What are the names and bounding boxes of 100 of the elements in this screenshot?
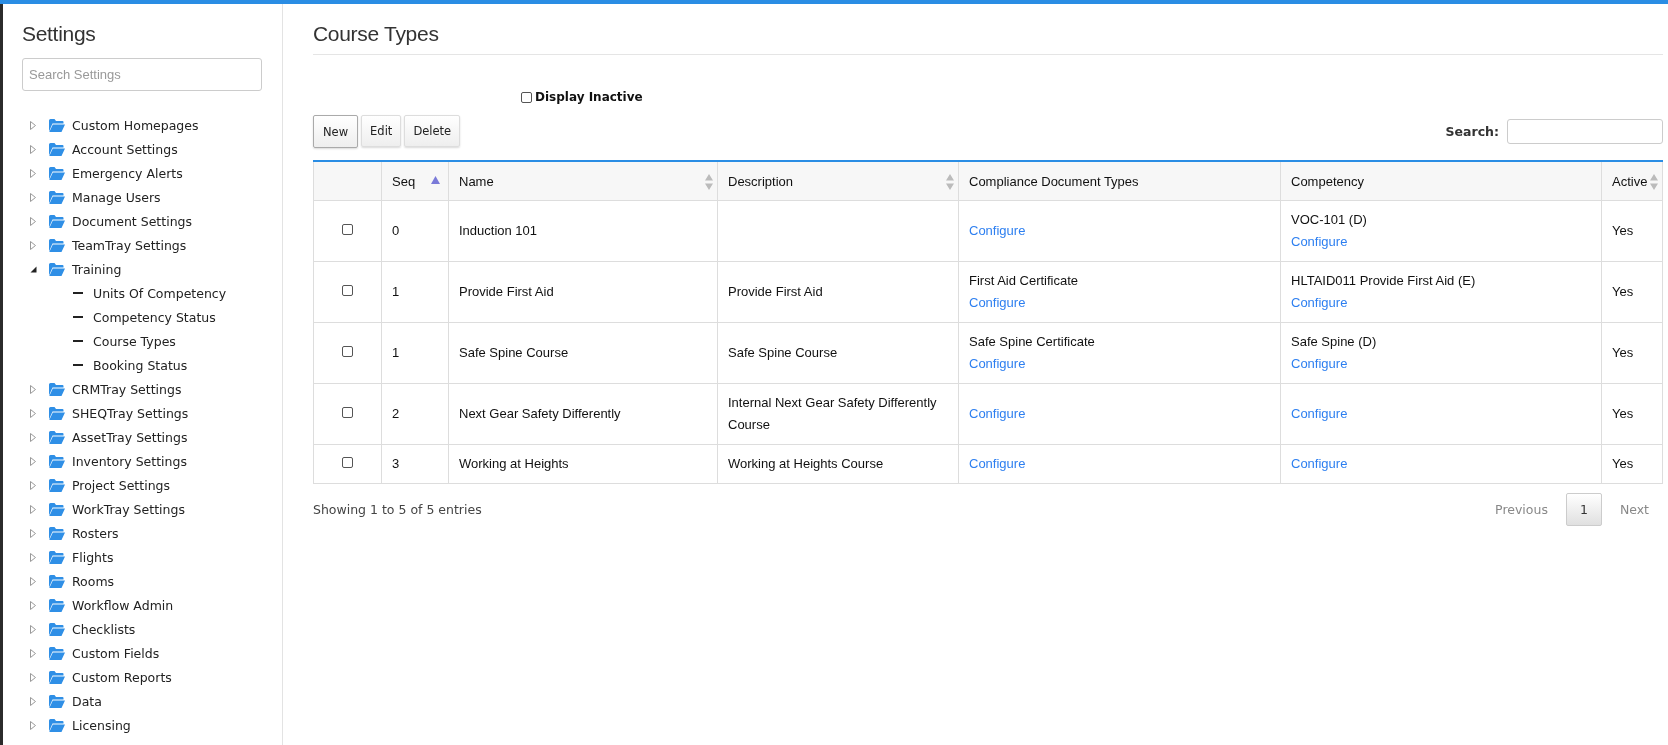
- expand-triangle-icon[interactable]: [30, 144, 36, 154]
- folder-icon: [49, 622, 65, 636]
- expand-triangle-icon[interactable]: [30, 600, 36, 610]
- tree-item[interactable]: Licensing: [72, 717, 131, 733]
- expand-triangle-icon[interactable]: [30, 504, 36, 514]
- configure-link[interactable]: Configure: [969, 220, 1026, 242]
- folder-icon: [49, 118, 65, 132]
- delete-button[interactable]: Delete: [404, 115, 461, 147]
- page-button[interactable]: 1: [1565, 493, 1602, 526]
- tree-item[interactable]: Inventory Settings: [72, 453, 187, 469]
- header-cell[interactable]: [313, 161, 382, 201]
- table-cell: 3: [381, 444, 449, 484]
- table-cell: Safe Spine Course: [717, 322, 959, 384]
- configure-link[interactable]: Configure: [1291, 453, 1348, 475]
- column-header[interactable]: Competency: [1280, 161, 1602, 201]
- configure-link[interactable]: Configure: [969, 453, 1026, 475]
- table-cell: 2: [381, 383, 449, 445]
- column-header[interactable]: Seq: [381, 161, 449, 201]
- expand-triangle-icon[interactable]: [30, 528, 36, 538]
- expand-triangle-icon[interactable]: [30, 720, 36, 730]
- table-cell: Internal Next Gear Safety Differently Course: [717, 383, 959, 445]
- tree-item[interactable]: TeamTray Settings: [72, 237, 187, 253]
- tree-item[interactable]: Checklists: [72, 621, 136, 637]
- dash-icon: [73, 340, 83, 342]
- table-cell: 0: [381, 200, 449, 262]
- expand-triangle-icon[interactable]: [30, 576, 36, 586]
- edit-button[interactable]: Edit: [361, 115, 402, 147]
- configure-link[interactable]: Configure: [1291, 292, 1348, 314]
- expand-triangle-icon[interactable]: [30, 384, 36, 394]
- expand-triangle-icon[interactable]: [30, 408, 36, 418]
- expand-triangle-icon[interactable]: [30, 168, 36, 178]
- expand-triangle-icon[interactable]: [30, 624, 36, 634]
- expand-triangle-icon[interactable]: [30, 648, 36, 658]
- column-header[interactable]: Active: [1601, 161, 1663, 201]
- tree-item[interactable]: AssetTray Settings: [72, 429, 188, 445]
- expand-triangle-icon[interactable]: [30, 240, 36, 250]
- table-cell: Yes: [1601, 322, 1663, 384]
- new-button[interactable]: New: [313, 115, 359, 148]
- dash-icon: [73, 364, 83, 366]
- expand-triangle-icon[interactable]: [30, 480, 36, 490]
- tree-item[interactable]: SHEQTray Settings: [72, 405, 189, 421]
- search-field[interactable]: [1507, 119, 1663, 144]
- folder-icon: [49, 454, 65, 468]
- tree-item[interactable]: Custom Fields: [72, 645, 160, 661]
- folder-icon: [49, 238, 65, 252]
- configure-link[interactable]: Configure: [969, 403, 1026, 425]
- folder-icon: [49, 142, 65, 156]
- row-checkbox[interactable]: [342, 346, 353, 357]
- tree-item[interactable]: Manage Users: [72, 189, 161, 205]
- entries-info: Showing 1 to 5 of 5 entries: [313, 502, 482, 517]
- column-header[interactable]: Name: [448, 161, 718, 201]
- expand-triangle-icon[interactable]: [30, 672, 36, 682]
- row-checkbox[interactable]: [342, 407, 353, 418]
- row-checkbox[interactable]: [342, 224, 353, 235]
- tree-item[interactable]: Custom Homepages: [72, 117, 199, 133]
- configure-link[interactable]: Configure: [1291, 231, 1348, 253]
- table-cell: Working at Heights Course: [717, 444, 959, 484]
- expand-triangle-icon[interactable]: [30, 216, 36, 226]
- tree-item[interactable]: Data: [72, 693, 102, 709]
- column-header[interactable]: Description: [717, 161, 959, 201]
- table-cell: Safe Spine Course: [448, 322, 718, 384]
- tree-item[interactable]: Units Of Competency: [93, 285, 227, 301]
- search-field[interactable]: Search Settings: [22, 58, 262, 91]
- expand-triangle-icon[interactable]: [30, 432, 36, 442]
- table-cell: Working at Heights: [448, 444, 718, 484]
- configure-link[interactable]: Configure: [1291, 353, 1348, 375]
- tree-item[interactable]: Project Settings: [72, 477, 170, 493]
- tree-item[interactable]: Flights: [72, 549, 114, 565]
- tree-item[interactable]: WorkTray Settings: [72, 501, 185, 517]
- configure-link[interactable]: Configure: [969, 292, 1026, 314]
- tree-item[interactable]: Rosters: [72, 525, 119, 541]
- tree-item[interactable]: Booking Status: [93, 357, 188, 373]
- tree-item[interactable]: Document Settings: [72, 213, 192, 229]
- table-cell: Next Gear Safety Differently: [448, 383, 718, 445]
- row-checkbox[interactable]: [342, 285, 353, 296]
- column-header[interactable]: Compliance Document Types: [958, 161, 1281, 201]
- table-cell: Yes: [1601, 383, 1663, 445]
- tree-item[interactable]: Account Settings: [72, 141, 178, 157]
- sidebar-title: Settings: [22, 22, 97, 46]
- tree-item[interactable]: Custom Reports: [72, 669, 172, 685]
- tree-item[interactable]: Course Types: [93, 333, 176, 349]
- expand-triangle-icon[interactable]: [30, 120, 36, 130]
- row-checkbox[interactable]: [342, 457, 353, 468]
- folder-icon: [49, 502, 65, 516]
- page-title: Course Types: [313, 22, 1663, 55]
- cell-value: VOC-101 (D): [1291, 211, 1368, 229]
- tree-item[interactable]: Workflow Admin: [72, 597, 174, 613]
- expand-triangle-icon[interactable]: [30, 552, 36, 562]
- configure-link[interactable]: Configure: [969, 353, 1026, 375]
- expand-triangle-icon[interactable]: [30, 456, 36, 466]
- tree-item[interactable]: CRMTray Settings: [72, 381, 182, 397]
- tree-item[interactable]: Training: [72, 261, 122, 277]
- folder-icon: [49, 382, 65, 396]
- tree-item[interactable]: Rooms: [72, 573, 115, 589]
- tree-item[interactable]: Emergency Alerts: [72, 165, 183, 181]
- expand-triangle-icon[interactable]: [30, 696, 36, 706]
- configure-link[interactable]: Configure: [1291, 403, 1348, 425]
- tree-item[interactable]: Competency Status: [93, 309, 216, 325]
- expand-triangle-icon[interactable]: [30, 192, 36, 202]
- collapse-triangle-icon[interactable]: [29, 265, 37, 273]
